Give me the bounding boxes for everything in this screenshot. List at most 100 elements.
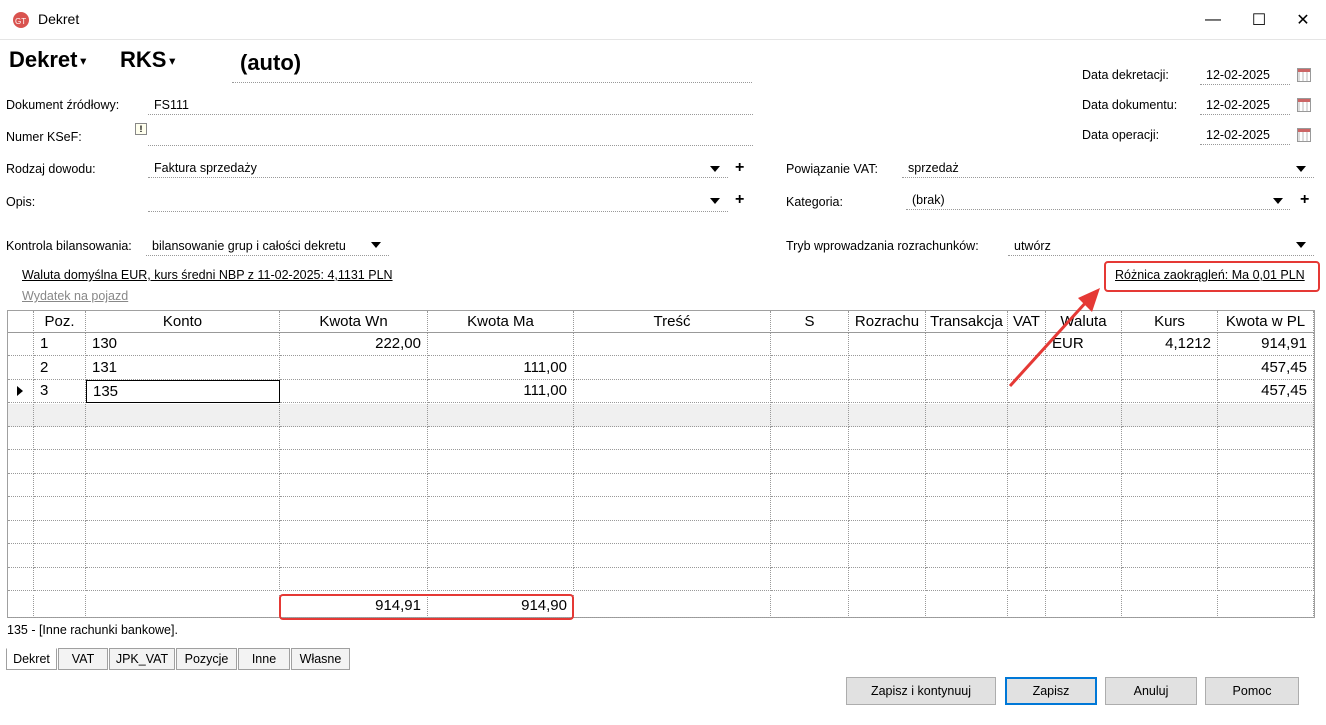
empty-cell[interactable] (1008, 427, 1046, 450)
add-category-icon[interactable]: + (1300, 192, 1309, 208)
empty-cell[interactable] (280, 450, 428, 474)
grid-cell[interactable] (1122, 380, 1218, 403)
grid-cell[interactable] (574, 356, 771, 380)
empty-cell[interactable] (1218, 521, 1314, 544)
grid-cell[interactable] (849, 333, 926, 356)
date-operation-field[interactable]: 12-02-2025 (1200, 125, 1290, 145)
empty-cell[interactable] (771, 450, 849, 474)
currency-info-link[interactable]: Waluta domyślna EUR, kurs średni NBP z 1… (22, 268, 393, 282)
empty-cell[interactable] (574, 544, 771, 568)
empty-cell[interactable] (1218, 450, 1314, 474)
grid-cell[interactable] (771, 356, 849, 380)
add-proof-type-icon[interactable]: + (735, 160, 744, 176)
empty-cell[interactable] (34, 544, 86, 568)
empty-cell[interactable] (1122, 497, 1218, 521)
save-continue-button[interactable]: Zapisz i kontynuuj (846, 677, 996, 705)
empty-cell[interactable] (1008, 568, 1046, 591)
empty-cell[interactable] (34, 568, 86, 591)
grid-cell[interactable]: 111,00 (428, 380, 574, 403)
grid-cell[interactable] (1122, 356, 1218, 380)
empty-cell[interactable] (280, 568, 428, 591)
empty-cell[interactable] (574, 521, 771, 544)
save-button[interactable]: Zapisz (1005, 677, 1097, 705)
settlement-mode-select[interactable]: utwórz (1008, 236, 1314, 256)
empty-cell[interactable] (280, 474, 428, 497)
grid-cell[interactable] (849, 380, 926, 403)
chevron-down-icon[interactable] (710, 198, 720, 204)
empty-cell[interactable] (1218, 427, 1314, 450)
balance-select[interactable]: bilansowanie grup i całości dekretu (146, 236, 389, 256)
empty-cell[interactable] (1122, 521, 1218, 544)
maximize-button[interactable]: ☐ (1236, 0, 1282, 40)
empty-cell[interactable] (1046, 450, 1122, 474)
journal-dropdown[interactable]: RKS ▾ (120, 47, 175, 73)
tab-wlasne[interactable]: Własne (291, 648, 350, 670)
empty-cell[interactable] (849, 403, 926, 427)
vat-link-select[interactable]: sprzedaż (902, 158, 1314, 178)
empty-cell[interactable] (574, 568, 771, 591)
column-header[interactable]: S (771, 311, 849, 333)
chevron-down-icon[interactable] (1273, 198, 1283, 204)
chevron-down-icon[interactable] (1296, 242, 1306, 248)
grid-cell[interactable]: 222,00 (280, 333, 428, 356)
ksef-field[interactable] (148, 126, 753, 146)
empty-cell[interactable] (849, 474, 926, 497)
empty-cell[interactable] (1122, 474, 1218, 497)
empty-cell[interactable] (1122, 544, 1218, 568)
empty-cell[interactable] (428, 427, 574, 450)
empty-cell[interactable] (926, 521, 1008, 544)
vehicle-expense-link[interactable]: Wydatek na pojazd (22, 289, 128, 303)
totals-cell[interactable] (771, 595, 849, 618)
empty-cell[interactable] (86, 497, 280, 521)
column-header[interactable]: Kwota Ma (428, 311, 574, 333)
chevron-down-icon[interactable] (371, 242, 381, 248)
category-select[interactable]: (brak) (906, 190, 1290, 210)
empty-cell[interactable] (34, 521, 86, 544)
empty-cell[interactable] (771, 427, 849, 450)
column-header[interactable]: Poz. (34, 311, 86, 333)
grid-cell[interactable] (280, 356, 428, 380)
totals-cell[interactable] (1218, 595, 1314, 618)
grid-cell[interactable] (428, 333, 574, 356)
empty-cell[interactable] (1122, 568, 1218, 591)
doc-type-dropdown[interactable]: Dekret ▾ (9, 47, 86, 73)
empty-cell[interactable] (574, 427, 771, 450)
calendar-icon[interactable] (1297, 128, 1311, 142)
empty-cell[interactable] (428, 497, 574, 521)
grid-cell[interactable]: 4,1212 (1122, 333, 1218, 356)
empty-cell[interactable] (86, 427, 280, 450)
doc-source-field[interactable]: FS111 (148, 95, 753, 115)
empty-cell[interactable] (926, 568, 1008, 591)
totals-cell[interactable] (849, 595, 926, 618)
totals-cell[interactable] (574, 595, 771, 618)
empty-cell[interactable] (428, 521, 574, 544)
empty-cell[interactable] (771, 568, 849, 591)
tab-vat[interactable]: VAT (58, 648, 108, 670)
empty-cell[interactable] (280, 544, 428, 568)
empty-cell[interactable] (34, 474, 86, 497)
empty-cell[interactable] (849, 544, 926, 568)
empty-cell[interactable] (34, 427, 86, 450)
grid-cell[interactable]: 2 (34, 356, 86, 380)
empty-cell[interactable] (86, 521, 280, 544)
empty-cell[interactable] (86, 544, 280, 568)
empty-cell[interactable] (280, 521, 428, 544)
empty-cell[interactable] (280, 403, 428, 427)
empty-cell[interactable] (574, 403, 771, 427)
empty-cell[interactable] (1046, 427, 1122, 450)
empty-cell[interactable] (926, 427, 1008, 450)
empty-cell[interactable] (849, 521, 926, 544)
empty-cell[interactable] (1218, 568, 1314, 591)
empty-cell[interactable] (428, 568, 574, 591)
empty-cell[interactable] (34, 450, 86, 474)
empty-cell[interactable] (280, 497, 428, 521)
empty-cell[interactable] (574, 474, 771, 497)
date-document-field[interactable]: 12-02-2025 (1200, 95, 1290, 115)
column-header[interactable]: Kwota w PL (1218, 311, 1314, 333)
empty-cell[interactable] (926, 544, 1008, 568)
empty-cell[interactable] (1008, 544, 1046, 568)
empty-cell[interactable] (280, 427, 428, 450)
tab-jpk-vat[interactable]: JPK_VAT (109, 648, 175, 670)
grid-cell[interactable] (926, 333, 1008, 356)
empty-cell[interactable] (1218, 474, 1314, 497)
